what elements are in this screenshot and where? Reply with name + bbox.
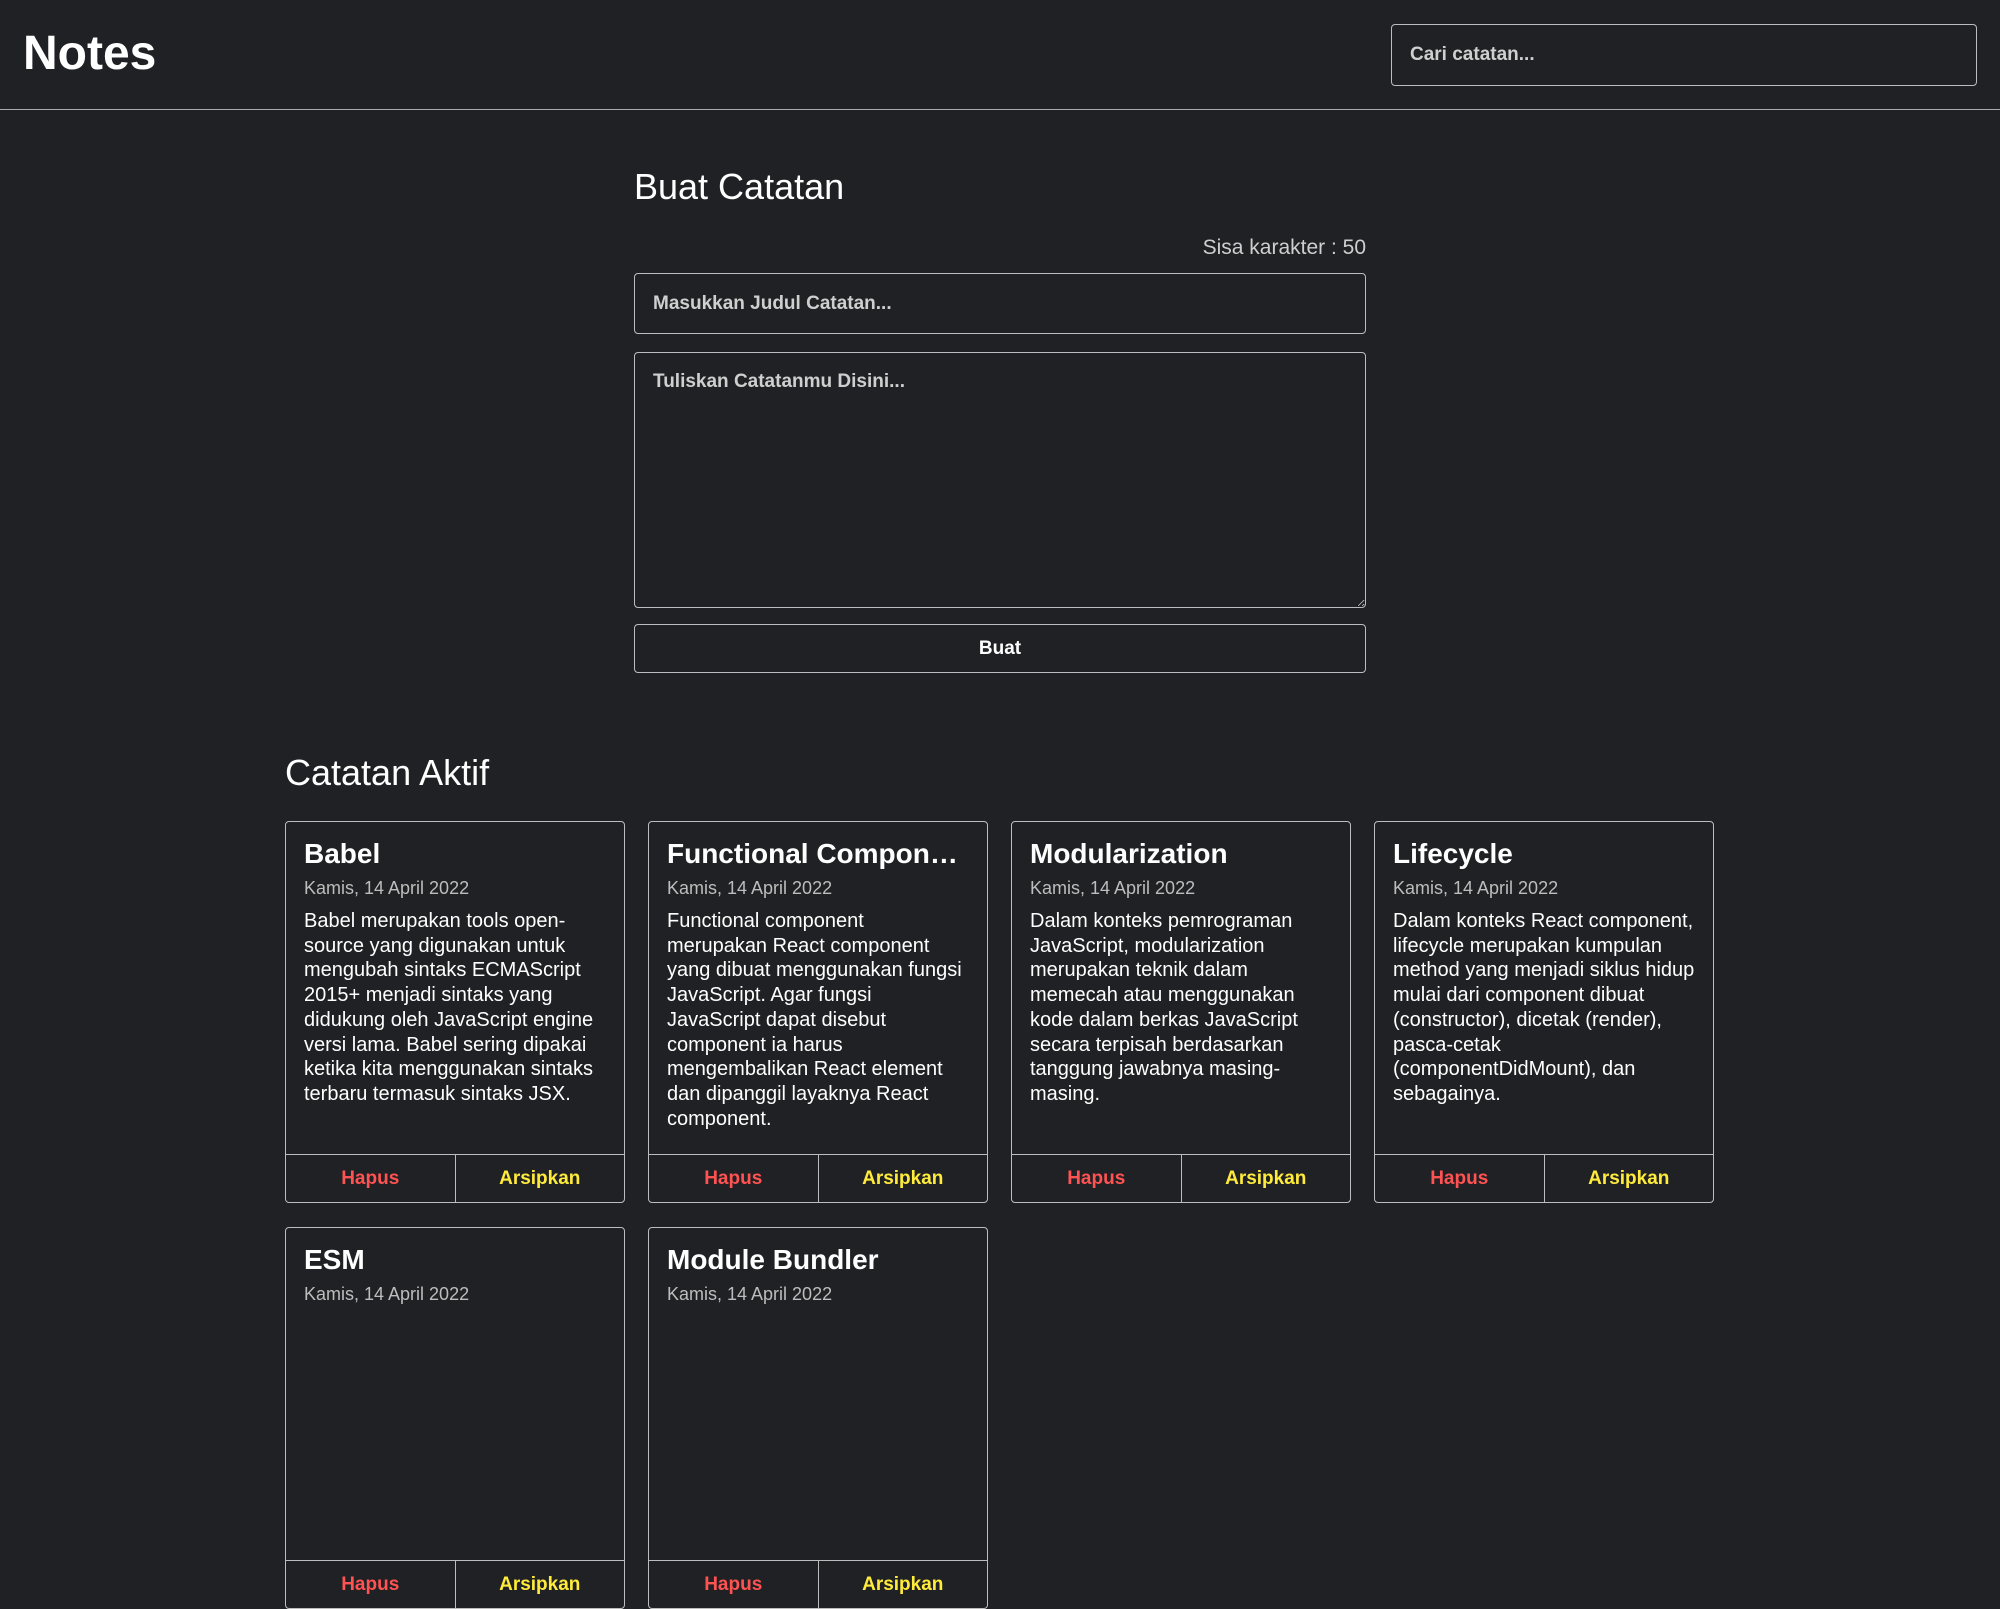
- archive-note-button[interactable]: Arsipkan: [1180, 1155, 1351, 1202]
- note-card: Module Bundler Kamis, 14 April 2022 Hapu…: [648, 1227, 988, 1609]
- note-actions: Hapus Arsipkan: [286, 1560, 624, 1608]
- archive-note-button[interactable]: Arsipkan: [1543, 1155, 1714, 1202]
- archive-note-button[interactable]: Arsipkan: [454, 1561, 625, 1608]
- delete-note-button[interactable]: Hapus: [649, 1155, 818, 1202]
- note-title: Lifecycle: [1393, 838, 1513, 869]
- note-title-input[interactable]: [634, 273, 1366, 334]
- top-bar: Notes: [0, 0, 2000, 110]
- note-body: Dalam konteks React component, lifecycle…: [1393, 910, 1695, 1105]
- note-title: ESM: [304, 1244, 365, 1275]
- note-card-body: Babel Kamis, 14 April 2022 Babel merupak…: [286, 822, 624, 1154]
- note-card: ESM Kamis, 14 April 2022 Hapus Arsipkan: [285, 1227, 625, 1609]
- archive-note-button[interactable]: Arsipkan: [817, 1561, 988, 1608]
- note-title: Functional Component: [667, 838, 969, 869]
- note-actions: Hapus Arsipkan: [1375, 1154, 1713, 1202]
- delete-note-button[interactable]: Hapus: [1012, 1155, 1181, 1202]
- note-body: Functional component merupakan React com…: [667, 910, 962, 1130]
- note-body-textarea[interactable]: [634, 352, 1366, 608]
- note-actions: Hapus Arsipkan: [1012, 1154, 1350, 1202]
- note-title: Modularization: [1030, 838, 1228, 869]
- active-notes-heading: Catatan Aktif: [285, 752, 490, 793]
- note-card-body: Module Bundler Kamis, 14 April 2022: [649, 1228, 987, 1560]
- note-date: Kamis, 14 April 2022: [304, 878, 470, 898]
- note-card-body: Lifecycle Kamis, 14 April 2022 Dalam kon…: [1375, 822, 1713, 1154]
- app-title: Notes: [23, 27, 157, 80]
- note-actions: Hapus Arsipkan: [286, 1154, 624, 1202]
- note-actions: Hapus Arsipkan: [649, 1154, 987, 1202]
- delete-note-button[interactable]: Hapus: [286, 1155, 455, 1202]
- archive-note-button[interactable]: Arsipkan: [454, 1155, 625, 1202]
- note-title: Babel: [304, 838, 381, 869]
- note-card: Modularization Kamis, 14 April 2022 Dala…: [1011, 821, 1351, 1203]
- note-card-body: ESM Kamis, 14 April 2022: [286, 1228, 624, 1560]
- composer-heading: Buat Catatan: [634, 166, 845, 207]
- delete-note-button[interactable]: Hapus: [649, 1561, 818, 1608]
- note-date: Kamis, 14 April 2022: [1030, 878, 1196, 898]
- note-body: Dalam konteks pemrograman JavaScript, mo…: [1030, 910, 1298, 1105]
- delete-note-button[interactable]: Hapus: [1375, 1155, 1544, 1202]
- archive-note-button[interactable]: Arsipkan: [817, 1155, 988, 1202]
- char-remaining-counter: Sisa karakter : 50: [1202, 236, 1366, 259]
- note-card: Functional Component Kamis, 14 April 202…: [648, 821, 988, 1203]
- note-date: Kamis, 14 April 2022: [667, 878, 833, 898]
- note-card-body: Modularization Kamis, 14 April 2022 Dala…: [1012, 822, 1350, 1154]
- note-card: Lifecycle Kamis, 14 April 2022 Dalam kon…: [1374, 821, 1714, 1203]
- note-date: Kamis, 14 April 2022: [667, 1284, 833, 1304]
- note-card: Babel Kamis, 14 April 2022 Babel merupak…: [285, 821, 625, 1203]
- create-note-button[interactable]: Buat: [634, 624, 1366, 673]
- note-body: Babel merupakan tools open-source yang d…: [304, 910, 594, 1105]
- note-title: Module Bundler: [667, 1244, 879, 1275]
- search-input[interactable]: [1391, 23, 1977, 86]
- note-date: Kamis, 14 April 2022: [1393, 878, 1559, 898]
- note-actions: Hapus Arsipkan: [649, 1560, 987, 1608]
- note-card-body: Functional Component Kamis, 14 April 202…: [649, 822, 987, 1154]
- note-date: Kamis, 14 April 2022: [304, 1284, 470, 1304]
- notes-grid: Babel Kamis, 14 April 2022 Babel merupak…: [285, 821, 1714, 1609]
- delete-note-button[interactable]: Hapus: [286, 1561, 455, 1608]
- note-composer: Buat Catatan Sisa karakter : 50 Buat: [634, 166, 1366, 673]
